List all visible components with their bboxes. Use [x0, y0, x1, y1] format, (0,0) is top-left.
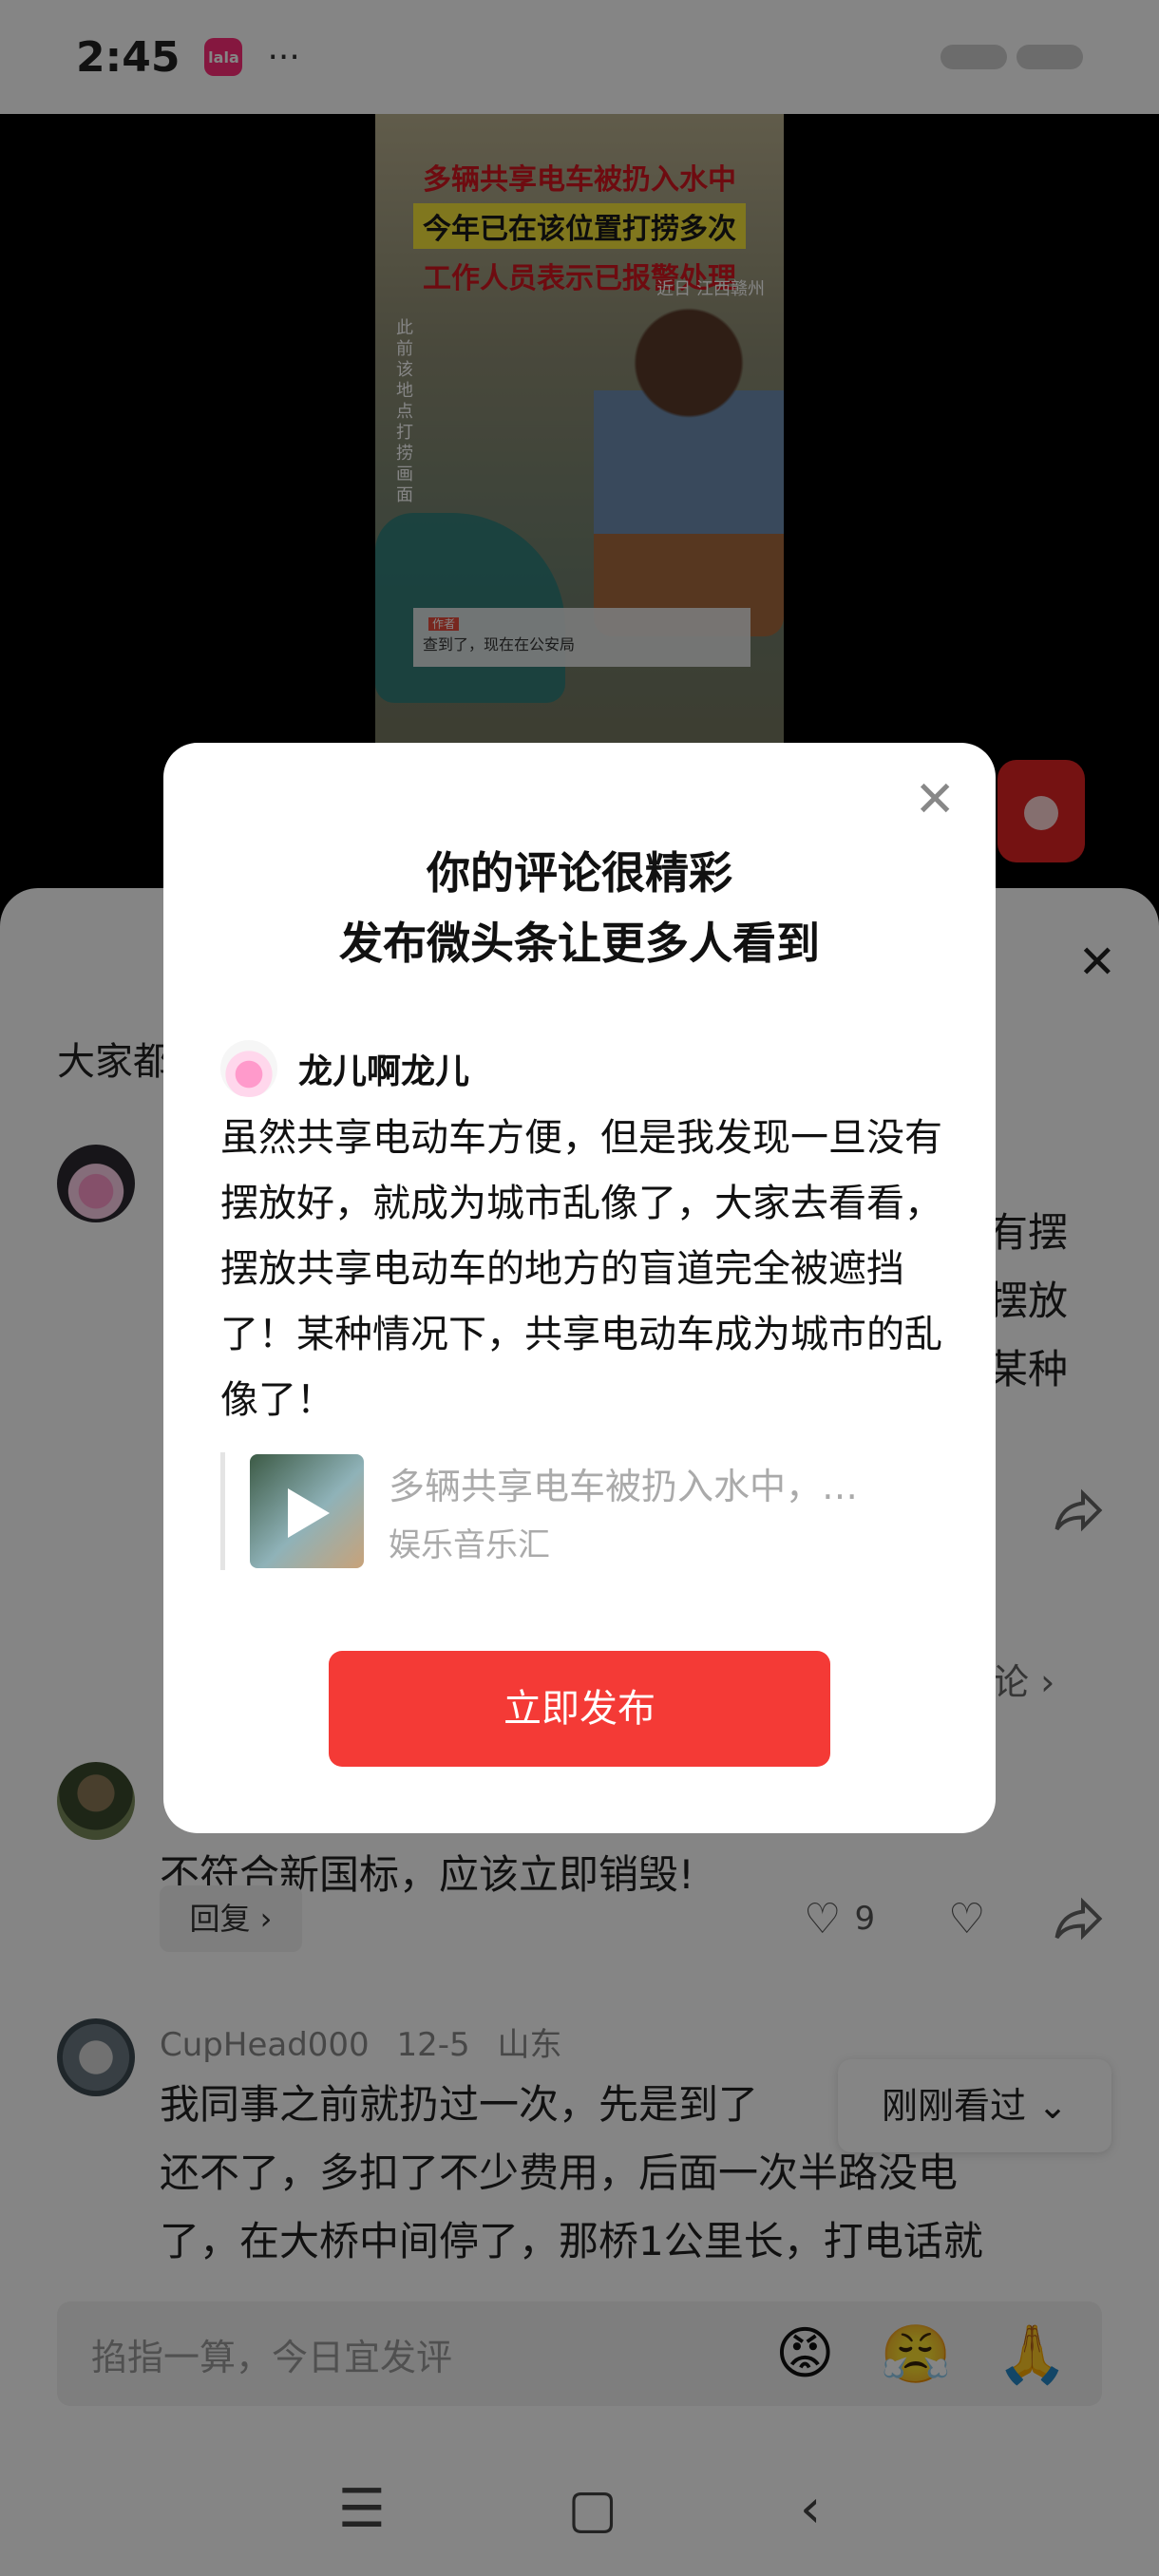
publish-button[interactable]: 立即发布	[329, 1651, 830, 1767]
quoted-article-title: 多辆共享电车被扔入水中，…	[389, 1466, 859, 1507]
modal-title-line-2: 发布微头条让更多人看到	[339, 918, 820, 969]
user-row: 龙儿啊龙儿	[220, 1040, 469, 1097]
comment-preview-text: 虽然共享电动车方便，但是我发现一旦没有摆放好，就成为城市乱像了，大家去看看，摆放…	[220, 1116, 942, 1422]
avatar	[220, 1040, 277, 1097]
publish-modal: ✕ 你的评论很精彩 发布微头条让更多人看到 龙儿啊龙儿 虽然共享电动车方便，但是…	[163, 743, 996, 1833]
video-thumbnail	[250, 1454, 364, 1568]
play-icon	[288, 1488, 330, 1538]
modal-title-line-1: 你的评论很精彩	[427, 847, 732, 899]
close-icon[interactable]: ✕	[914, 775, 956, 824]
username: 龙儿啊龙儿	[298, 1052, 470, 1091]
quoted-article-info: 多辆共享电车被扔入水中，… 娱乐音乐汇	[389, 1457, 858, 1565]
quoted-article[interactable]: 多辆共享电车被扔入水中，… 娱乐音乐汇	[220, 1452, 952, 1570]
modal-title: 你的评论很精彩 发布微头条让更多人看到	[163, 838, 996, 978]
quoted-article-source: 娱乐音乐汇	[389, 1526, 550, 1564]
